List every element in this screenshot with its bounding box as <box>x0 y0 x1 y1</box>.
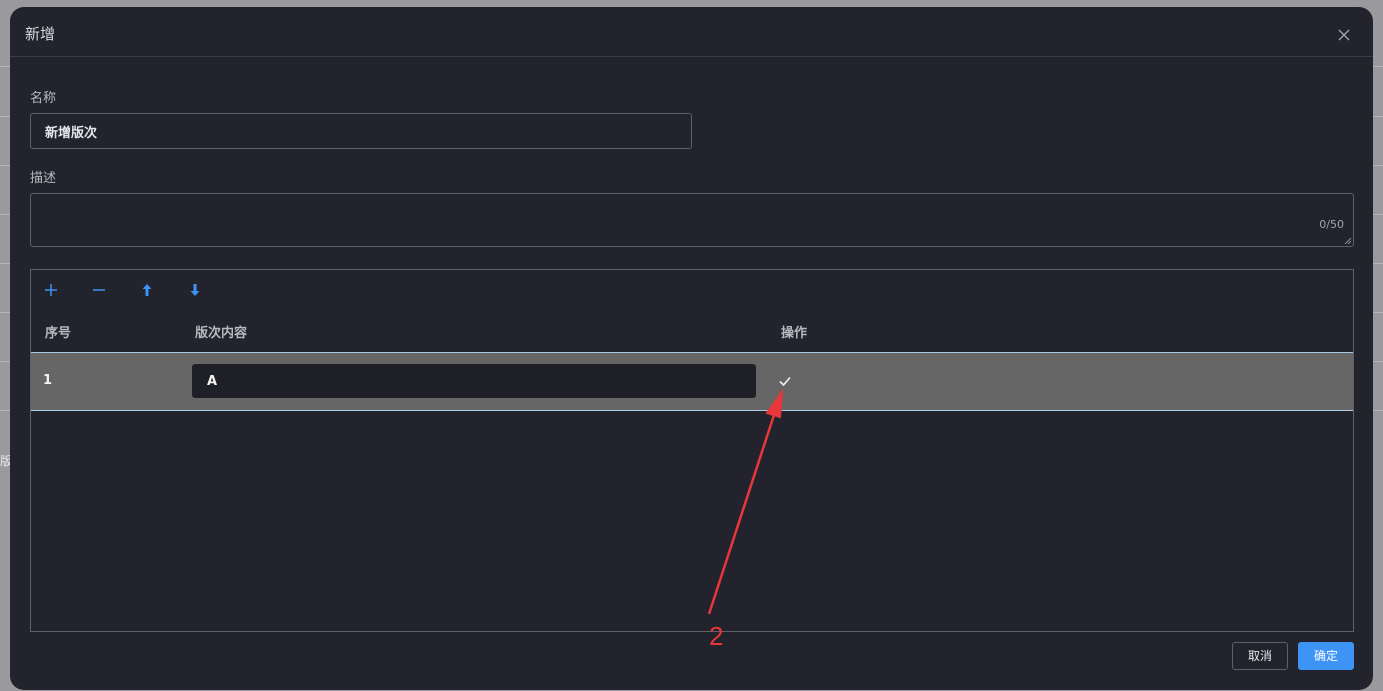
description-textarea[interactable]: 0/50 <box>30 193 1354 247</box>
edition-table: 序号 版次内容 操作 1 <box>30 269 1354 632</box>
close-icon[interactable] <box>1336 27 1352 43</box>
dialog-title: 新增 <box>25 25 56 43</box>
header-index: 序号 <box>45 326 72 341</box>
annotation-number: 2 <box>709 621 724 651</box>
confirm-button[interactable]: 确定 <box>1298 642 1354 670</box>
resize-handle-icon[interactable] <box>1343 236 1352 245</box>
minus-icon[interactable] <box>88 279 110 301</box>
add-dialog: 新增 名称 描述 0/50 序号 版次内容 操作 1 <box>10 7 1373 690</box>
arrow-up-icon[interactable] <box>136 279 158 301</box>
plus-icon[interactable] <box>40 279 62 301</box>
table-row[interactable]: 1 <box>31 352 1353 411</box>
name-input[interactable] <box>30 113 692 149</box>
char-counter: 0/50 <box>1319 218 1344 231</box>
cancel-button[interactable]: 取消 <box>1232 642 1288 670</box>
dialog-header: 新增 <box>10 7 1373 57</box>
row-index: 1 <box>43 373 53 388</box>
description-label: 描述 <box>30 171 57 186</box>
header-content: 版次内容 <box>195 326 248 341</box>
header-actions: 操作 <box>781 326 808 341</box>
name-label: 名称 <box>30 91 57 106</box>
edition-content-input[interactable] <box>192 364 756 398</box>
check-icon[interactable] <box>777 373 793 389</box>
arrow-down-icon[interactable] <box>184 279 206 301</box>
